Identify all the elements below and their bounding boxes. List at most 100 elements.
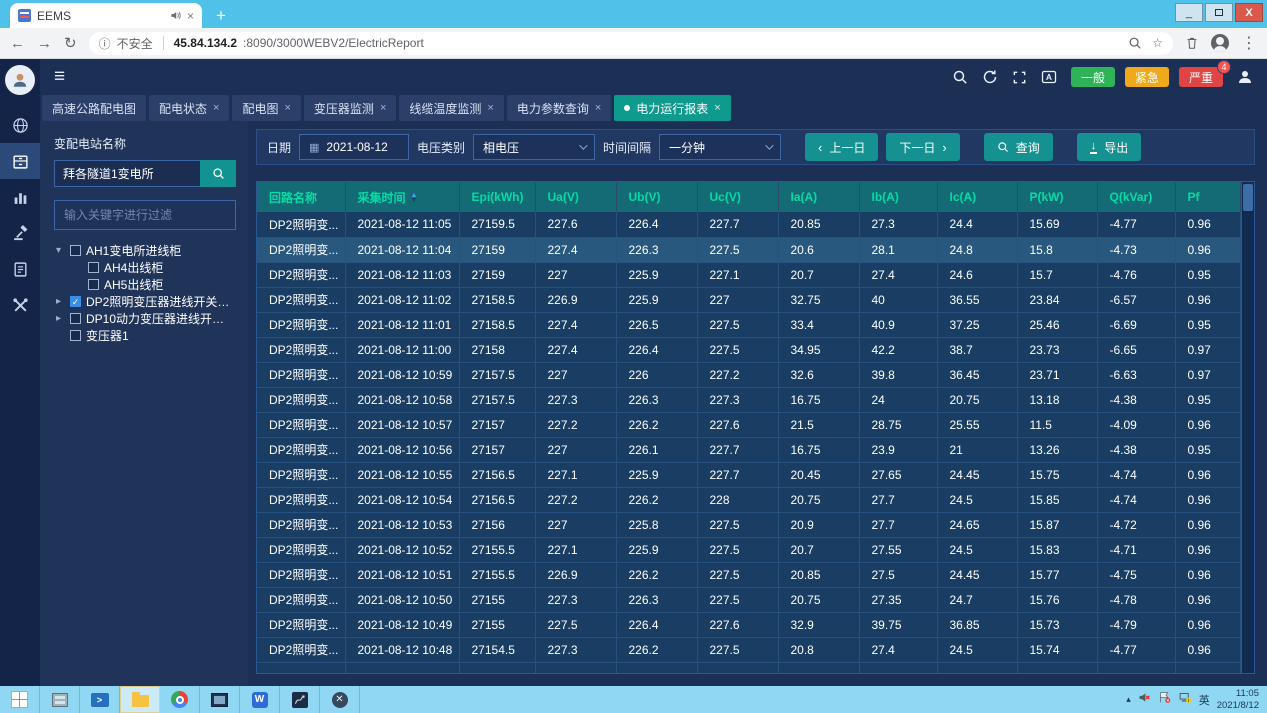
new-tab-button[interactable]: + (216, 3, 226, 28)
window-minimize-button[interactable]: _ (1175, 3, 1203, 22)
page-tab[interactable]: 高速公路配电图 (42, 95, 146, 121)
chevron-right-icon[interactable]: ▸ (56, 296, 65, 307)
info-icon[interactable]: ⓘ (99, 35, 111, 52)
table-row[interactable]: DP2照明变...2021-08-12 10:5227155.5227.1225… (257, 537, 1241, 562)
gavel-icon[interactable] (0, 215, 40, 251)
table-row[interactable]: DP2照明变...2021-08-12 11:0027158227.4226.4… (257, 337, 1241, 362)
table-row[interactable]: DP2照明变...2021-08-12 10:5827157.5227.3226… (257, 387, 1241, 412)
page-tab[interactable]: 变压器监测× (304, 95, 396, 121)
menu-toggle-icon[interactable]: ≡ (54, 66, 65, 88)
column-header[interactable]: Pf (1175, 182, 1241, 212)
column-header[interactable]: 回路名称 (257, 182, 345, 212)
wps-icon[interactable]: W (240, 686, 280, 713)
table-row[interactable]: DP2照明变...2021-08-12 10:5527156.5227.1225… (257, 462, 1241, 487)
back-icon[interactable]: ← (10, 35, 25, 52)
forward-icon[interactable]: → (37, 35, 52, 52)
table-row[interactable]: DP2照明变...2021-08-12 10:5627157227226.122… (257, 437, 1241, 462)
page-tab[interactable]: 线缆温度监测× (399, 95, 503, 121)
trash-icon[interactable] (1185, 36, 1199, 50)
alarm-badge[interactable]: 一般 (1071, 67, 1115, 87)
station-search-button[interactable] (200, 160, 236, 187)
sort-asc-icon[interactable]: ▲▼ (411, 193, 418, 203)
tree-item[interactable]: ▾AH1变电所进线柜 (54, 242, 236, 259)
taskbar-clock[interactable]: 11:052021/8/12 (1217, 688, 1259, 712)
audio-playing-icon[interactable] (170, 10, 181, 21)
drawing-app-icon[interactable] (280, 686, 320, 713)
window-maximize-button[interactable] (1205, 3, 1233, 22)
table-row[interactable]: DP2照明变...2021-08-12 11:0527159.5227.6226… (257, 212, 1241, 237)
fullscreen-icon[interactable] (1012, 70, 1027, 85)
tree-checkbox[interactable] (88, 279, 99, 290)
start-button[interactable] (0, 686, 40, 713)
column-header[interactable]: Uc(V) (697, 182, 778, 212)
action-center-flag-icon[interactable] (1158, 691, 1171, 709)
column-header[interactable]: Q(kVar) (1097, 182, 1175, 212)
network-tools-icon[interactable]: ✕ (320, 686, 360, 713)
tree-filter-input[interactable] (58, 204, 232, 226)
tree-checkbox[interactable] (70, 313, 81, 324)
chevron-down-icon[interactable]: ▾ (56, 245, 65, 256)
interval-select[interactable]: 一分钟 (659, 134, 781, 160)
table-row[interactable]: DP2照明变...2021-08-12 10:4827154.5227.3226… (257, 637, 1241, 662)
table-row[interactable]: DP2照明变...2021-08-12 11:0427159227.4226.3… (257, 237, 1241, 262)
export-button[interactable]: ↓导出 (1077, 133, 1142, 161)
tab-close-icon[interactable]: × (595, 102, 601, 114)
column-header[interactable]: Ia(A) (778, 182, 859, 212)
tree-checkbox[interactable] (70, 330, 81, 341)
column-header[interactable]: Ua(V) (535, 182, 616, 212)
table-row[interactable]: DP2照明变...2021-08-12 11:0327159227225.922… (257, 262, 1241, 287)
tree-item[interactable]: ▸✓DP2照明变压器进线开关及控制室 (54, 293, 236, 310)
chrome-icon[interactable] (160, 686, 200, 713)
prev-day-button[interactable]: ‹上一日 (805, 133, 878, 161)
ime-indicator[interactable]: 英 (1199, 692, 1210, 708)
chart-icon[interactable] (0, 179, 40, 215)
tab-close-icon[interactable]: × (284, 102, 290, 114)
tree-checkbox[interactable]: ✓ (70, 296, 81, 307)
table-row[interactable]: DP2照明变...2021-08-12 10:5127155.5226.9226… (257, 562, 1241, 587)
table-scrollbar[interactable] (1241, 182, 1254, 673)
page-tab[interactable]: 电力参数查询× (507, 95, 611, 121)
monitor-app-icon[interactable] (200, 686, 240, 713)
scrollbar-thumb[interactable] (1243, 184, 1253, 211)
table-row[interactable]: DP2照明变...2021-08-12 10:5027155227.3226.3… (257, 587, 1241, 612)
refresh-icon[interactable] (982, 69, 998, 85)
tree-checkbox[interactable] (88, 262, 99, 273)
tab-close-icon[interactable]: × (213, 102, 219, 114)
alarm-badge[interactable]: 紧急 (1125, 67, 1169, 87)
tree-item[interactable]: AH4出线柜 (54, 259, 236, 276)
network-warning-icon[interactable]: ! (1178, 691, 1192, 709)
tree-item[interactable]: ▸DP10动力变压器进线开关及控制室 (54, 310, 236, 327)
table-row[interactable]: DP2照明变...2021-08-12 10:5727157227.2226.2… (257, 412, 1241, 437)
column-header[interactable]: Ib(A) (859, 182, 937, 212)
next-day-button[interactable]: 下一日› (886, 133, 959, 161)
page-tab[interactable]: 电力运行报表× (614, 95, 730, 121)
column-header[interactable]: Ub(V) (616, 182, 697, 212)
column-header[interactable]: 采集时间▲▼ (345, 182, 459, 212)
browser-tab[interactable]: EEMS × (10, 3, 202, 28)
table-row[interactable]: DP2照明变...2021-08-12 10:5327156227225.822… (257, 512, 1241, 537)
server-manager-icon[interactable] (40, 686, 80, 713)
volume-muted-icon[interactable] (1138, 691, 1151, 709)
powershell-icon[interactable]: > (80, 686, 120, 713)
profile-avatar[interactable] (1211, 34, 1229, 52)
voltage-type-select[interactable]: 相电压 (473, 134, 595, 160)
column-header[interactable]: Ic(A) (937, 182, 1017, 212)
table-row[interactable]: DP2照明变...2021-08-12 11:0127158.5227.4226… (257, 312, 1241, 337)
chevron-right-icon[interactable]: ▸ (56, 313, 65, 324)
tab-close-icon[interactable]: × (380, 102, 386, 114)
date-picker[interactable]: ▦ 2021-08-12 (299, 134, 409, 160)
user-icon[interactable] (1237, 69, 1253, 85)
table-row[interactable]: DP2照明变...2021-08-12 11:0227158.5226.9225… (257, 287, 1241, 312)
url-bar[interactable]: ⓘ 不安全 45.84.134.2:8090/3000WEBV2/Electri… (89, 32, 1173, 55)
tree-checkbox[interactable] (70, 245, 81, 256)
tray-expand-icon[interactable]: ▴ (1126, 694, 1131, 705)
user-avatar[interactable] (5, 65, 35, 95)
tab-close-icon[interactable]: × (487, 102, 493, 114)
page-tab[interactable]: 配电图× (232, 95, 300, 121)
column-header[interactable]: Epi(kWh) (459, 182, 535, 212)
file-explorer-icon[interactable] (120, 686, 160, 713)
browser-menu-icon[interactable]: ⋮ (1241, 33, 1257, 53)
window-close-button[interactable]: X (1235, 3, 1263, 22)
station-search-input[interactable] (54, 160, 200, 187)
table-row[interactable]: DP2照明变...2021-08-12 10:5427156.5227.2226… (257, 487, 1241, 512)
